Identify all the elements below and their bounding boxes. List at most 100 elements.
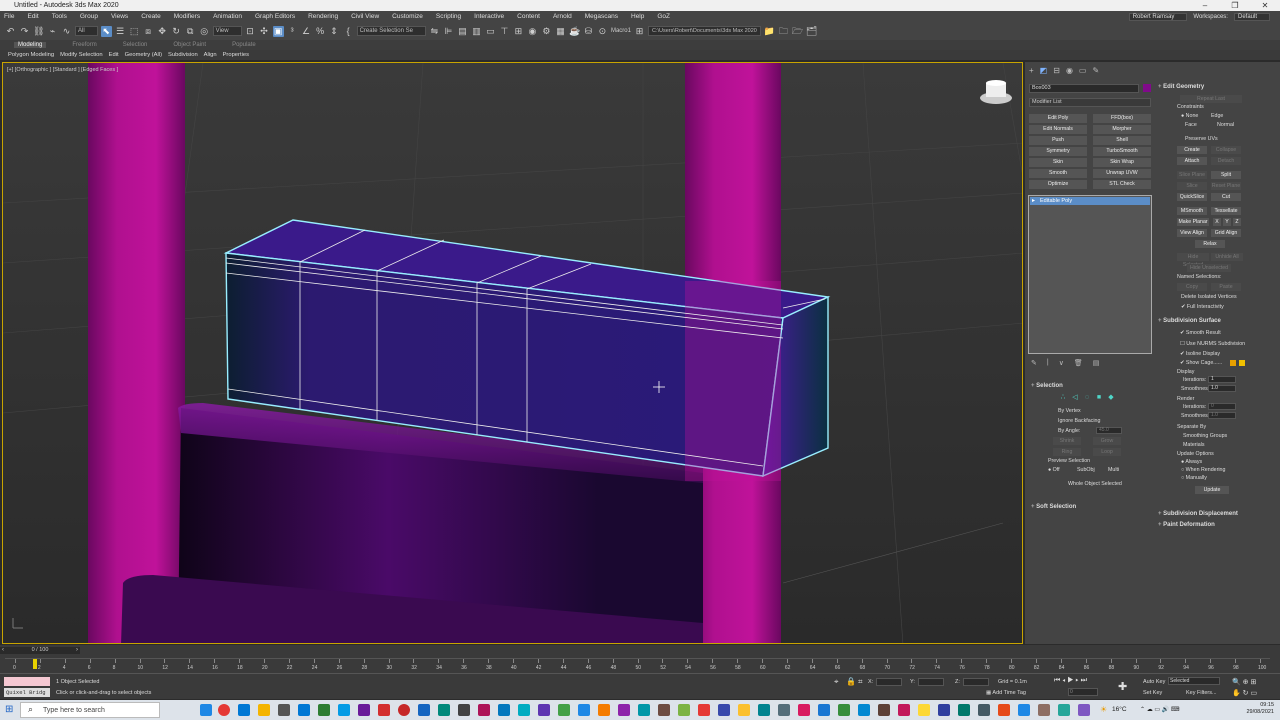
ribbon-tab-selection[interactable]: Selection [123, 42, 148, 48]
edge-mode-icon[interactable]: ◁ [1071, 394, 1079, 402]
hide-unselected-button[interactable]: Hide Unselected [1187, 264, 1231, 272]
grid-align-button[interactable]: Grid Align [1211, 229, 1241, 237]
display-smoothness-spinner[interactable]: 1.0 [1208, 385, 1236, 392]
shrink-button[interactable]: Shrink [1053, 437, 1081, 445]
ribbon-toggle-icon[interactable]: ▭ [485, 26, 496, 37]
folder-icon[interactable]: 🗀 [778, 26, 789, 37]
msmooth-button[interactable]: MSmooth [1177, 207, 1207, 215]
material-editor-icon[interactable]: ◉ [527, 26, 538, 37]
app-icon-26[interactable] [818, 704, 830, 716]
full-interactivity-checkbox[interactable]: ✔ Full Interactivity [1181, 304, 1224, 310]
menu-goz[interactable]: GoZ [657, 13, 670, 20]
planar-z-button[interactable]: Z [1233, 218, 1241, 226]
set-key-button[interactable]: Set Key [1143, 690, 1162, 696]
subdivision-displacement-rollout-header[interactable]: Subdivision Displacement [1158, 511, 1238, 517]
utilities-tab-icon[interactable]: ✎ [1092, 66, 1099, 75]
render-iterations-spinner[interactable]: 0 [1208, 403, 1236, 410]
app-icon-33[interactable] [958, 704, 970, 716]
file-explorer-icon[interactable] [258, 704, 270, 716]
smooth-result-checkbox[interactable]: ✔ Smooth Result [1180, 330, 1221, 336]
minimize-button[interactable]: – [1190, 0, 1220, 11]
app-icon-25[interactable] [798, 704, 810, 716]
preserve-uvs-checkbox[interactable]: Preserve UVs [1185, 136, 1218, 142]
workspace-dropdown[interactable]: Default [1233, 12, 1270, 21]
constraint-edge-radio[interactable]: Edge [1211, 113, 1223, 119]
ribbon-tab-populate[interactable]: Populate [232, 42, 256, 48]
maxscript-listener-output[interactable] [4, 677, 50, 686]
cut-button[interactable]: Cut [1211, 193, 1241, 201]
remove-modifier-icon[interactable]: 🗑 [1074, 359, 1083, 367]
app-icon-9[interactable] [458, 704, 470, 716]
x-coord-field[interactable] [876, 678, 902, 686]
scene-explorer-icon[interactable]: ▤ [457, 26, 468, 37]
rect-selection-icon[interactable]: ⬚ [129, 26, 140, 37]
unhide-all-button[interactable]: Unhide All [1211, 253, 1243, 261]
viewport-label[interactable]: [+] [Orthographic ] [Standard ] [Edged F… [7, 67, 118, 73]
by-angle-checkbox[interactable]: By Angle: [1058, 428, 1080, 434]
smoothing-groups-checkbox[interactable]: Smoothing Groups [1183, 433, 1227, 439]
unlink-icon[interactable]: ⌁ [47, 26, 58, 37]
subdivision-surface-rollout-header[interactable]: Subdivision Surface [1158, 318, 1221, 324]
auto-key-button[interactable]: Auto Key [1143, 679, 1165, 685]
ribbon-tab-modeling[interactable]: Modeling [14, 42, 47, 48]
ribbon-polygon-modeling[interactable]: Polygon Modeling [8, 52, 54, 58]
create-tab-icon[interactable]: + [1029, 66, 1034, 75]
selection-set-dropdown[interactable]: Create Selection Se [356, 26, 426, 36]
menu-file[interactable]: File [4, 13, 14, 20]
y-coord-field[interactable] [918, 678, 944, 686]
update-always-radio[interactable]: ● Always [1181, 459, 1202, 465]
app-icon-8[interactable] [438, 704, 450, 716]
app-icon-16[interactable] [618, 704, 630, 716]
ribbon-tab-freeform[interactable]: Freeform [72, 42, 96, 48]
menu-megascans[interactable]: Megascans [585, 13, 618, 20]
playback-controls[interactable]: ⏮ ◂ ▶ ▸ ⏭ [1054, 677, 1087, 685]
user-account[interactable]: Robert Ramsay [1128, 12, 1188, 21]
materials-checkbox[interactable]: Materials [1183, 442, 1205, 448]
make-planar-button[interactable]: Make Planar [1177, 218, 1209, 226]
app-icon-13[interactable] [558, 704, 570, 716]
mod-button-push[interactable]: Push [1029, 136, 1087, 145]
folder-3-icon[interactable]: 🗂 [806, 26, 817, 37]
app-icon-36[interactable] [1018, 704, 1030, 716]
attach-button[interactable]: Attach [1177, 157, 1207, 165]
menu-arnold[interactable]: Arnold [553, 13, 572, 20]
constraint-none-radio[interactable]: ● None [1181, 113, 1198, 119]
time-slider-next-icon[interactable]: › [76, 647, 78, 653]
maximize-button[interactable]: ❐ [1220, 0, 1250, 11]
app-icon-18[interactable] [658, 704, 670, 716]
ref-coord-dropdown[interactable]: View [212, 26, 242, 36]
constraint-normal-radio[interactable]: Normal [1217, 122, 1234, 128]
app-icon-7[interactable] [418, 704, 430, 716]
app-icon-39[interactable] [1078, 704, 1090, 716]
mod-button-symmetry[interactable]: Symmetry [1029, 147, 1087, 156]
collapse-button[interactable]: Collapse [1211, 146, 1241, 154]
element-mode-icon[interactable]: ◆ [1107, 394, 1115, 402]
menu-animation[interactable]: Animation [213, 13, 242, 20]
edit-named-sel-icon[interactable]: { [343, 26, 354, 37]
ribbon-align[interactable]: Align [204, 52, 217, 58]
clock[interactable]: 09:15 29/08/2021 [1246, 702, 1274, 716]
windows-start-icon[interactable]: ⊞ [5, 704, 13, 715]
align-icon[interactable]: ⊫ [443, 26, 454, 37]
mod-button-morpher[interactable]: Morpher [1093, 125, 1151, 134]
copy-button[interactable]: Copy [1177, 283, 1207, 291]
redo-icon[interactable]: ↷ [19, 26, 30, 37]
app-icon-32[interactable] [938, 704, 950, 716]
preview-multi-radio[interactable]: Multi [1108, 467, 1119, 473]
app-icon-31[interactable] [918, 704, 930, 716]
viewport-nav-icons-2[interactable]: ✋ ↻ ▭ [1232, 689, 1257, 697]
menu-customize[interactable]: Customize [392, 13, 423, 20]
relax-button[interactable]: Relax [1195, 240, 1225, 248]
menu-views[interactable]: Views [111, 13, 128, 20]
timeline-ruler[interactable]: 0 2 4 6 8 10 12 14 16 18 20 22 24 26 28 30 32 34 36 38 40 42 4… [5, 658, 1270, 672]
menu-group[interactable]: Group [80, 13, 98, 20]
preview-off-radio[interactable]: ● Off [1048, 467, 1060, 473]
ribbon-tab-object-paint[interactable]: Object Paint [173, 42, 206, 48]
show-end-result-icon[interactable]: | [1047, 359, 1049, 367]
app-icon-17[interactable] [638, 704, 650, 716]
time-slider-prev-icon[interactable]: ‹ [2, 647, 4, 653]
mod-button-skin[interactable]: Skin [1029, 158, 1087, 167]
app-icon-3[interactable] [338, 704, 350, 716]
mod-button-turbosmooth[interactable]: TurboSmooth [1093, 147, 1151, 156]
current-frame-field[interactable]: 0 [1068, 688, 1098, 696]
